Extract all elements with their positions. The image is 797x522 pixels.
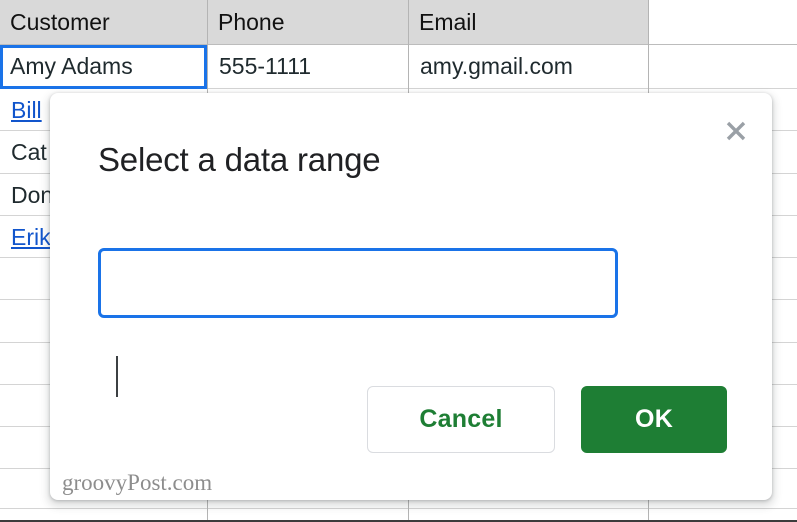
dialog-action-bar: Cancel OK xyxy=(50,386,772,456)
gridline-row-11 xyxy=(0,508,797,509)
column-header-email[interactable]: Email xyxy=(409,0,648,44)
watermark: groovyPost.com xyxy=(62,470,213,495)
cell-email-row1[interactable]: amy.gmail.com xyxy=(410,45,647,88)
selected-cell-text: Amy Adams xyxy=(10,53,133,79)
ok-button[interactable]: OK xyxy=(581,386,727,453)
close-icon[interactable] xyxy=(720,115,752,147)
column-header-customer[interactable]: Customer xyxy=(0,0,207,44)
screen-root: Customer Phone Email 555-1111 amy.gmail.… xyxy=(0,0,797,522)
dialog-title: Select a data range xyxy=(98,141,381,178)
cancel-button[interactable]: Cancel xyxy=(367,386,555,453)
cell-phone-row1[interactable]: 555-1111 xyxy=(209,45,407,88)
column-header-phone[interactable]: Phone xyxy=(208,0,408,44)
data-range-input[interactable] xyxy=(98,248,618,318)
select-data-range-dialog: Select a data range Cancel OK xyxy=(50,93,772,500)
column-header-blank[interactable] xyxy=(649,0,797,44)
